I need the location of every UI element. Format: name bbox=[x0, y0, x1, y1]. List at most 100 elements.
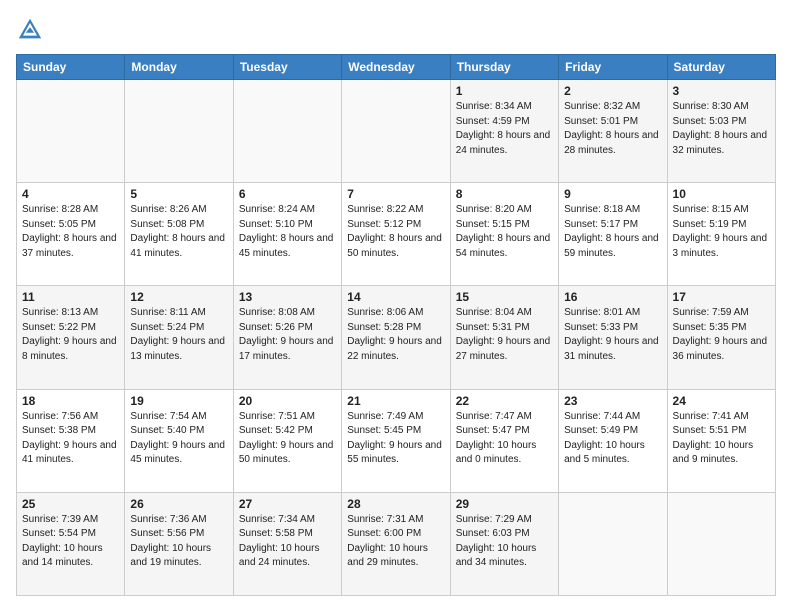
day-number: 8 bbox=[456, 187, 553, 201]
day-number: 6 bbox=[239, 187, 336, 201]
day-info: Sunrise: 8:06 AM Sunset: 5:28 PM Dayligh… bbox=[347, 306, 444, 364]
col-tuesday: Tuesday bbox=[233, 55, 341, 80]
table-row: 19 Sunrise: 7:54 AM Sunset: 5:40 PM Dayli… bbox=[125, 389, 233, 492]
logo bbox=[16, 16, 48, 44]
day-info: Sunrise: 8:04 AM Sunset: 5:31 PM Dayligh… bbox=[456, 306, 553, 364]
day-number: 28 bbox=[347, 497, 444, 511]
day-info: Sunrise: 8:30 AM Sunset: 5:03 PM Dayligh… bbox=[673, 100, 770, 158]
col-thursday: Thursday bbox=[450, 55, 558, 80]
table-row bbox=[342, 80, 450, 183]
day-info: Sunrise: 7:49 AM Sunset: 5:45 PM Dayligh… bbox=[347, 410, 444, 468]
day-info: Sunrise: 7:34 AM Sunset: 5:58 PM Dayligh… bbox=[239, 513, 336, 571]
day-info: Sunrise: 8:01 AM Sunset: 5:33 PM Dayligh… bbox=[564, 306, 661, 364]
day-info: Sunrise: 8:20 AM Sunset: 5:15 PM Dayligh… bbox=[456, 203, 553, 261]
calendar-week-row: 11Sunrise: 8:13 AM Sunset: 5:22 PM Dayli… bbox=[17, 286, 776, 389]
table-row: 3 Sunrise: 8:30 AM Sunset: 5:03 PM Daylig… bbox=[667, 80, 775, 183]
day-info: Sunrise: 8:26 AM Sunset: 5:08 PM Dayligh… bbox=[130, 203, 227, 261]
day-number: 14 bbox=[347, 290, 444, 304]
table-row: 2 Sunrise: 8:32 AM Sunset: 5:01 PM Daylig… bbox=[559, 80, 667, 183]
col-monday: Monday bbox=[125, 55, 233, 80]
day-number: 15 bbox=[456, 290, 553, 304]
table-row: 23Sunrise: 7:44 AM Sunset: 5:49 PM Dayli… bbox=[559, 389, 667, 492]
table-row: 1 Sunrise: 8:34 AM Sunset: 4:59 PM Daylig… bbox=[450, 80, 558, 183]
day-info: Sunrise: 8:08 AM Sunset: 5:26 PM Dayligh… bbox=[239, 306, 336, 364]
day-info: Sunrise: 8:13 AM Sunset: 5:22 PM Dayligh… bbox=[22, 306, 119, 364]
day-info: Sunrise: 8:22 AM Sunset: 5:12 PM Dayligh… bbox=[347, 203, 444, 261]
calendar-week-row: 1 Sunrise: 8:34 AM Sunset: 4:59 PM Daylig… bbox=[17, 80, 776, 183]
col-sunday: Sunday bbox=[17, 55, 125, 80]
table-row: 7 Sunrise: 8:22 AM Sunset: 5:12 PM Daylig… bbox=[342, 183, 450, 286]
col-friday: Friday bbox=[559, 55, 667, 80]
table-row: 18 Sunrise: 7:56 AM Sunset: 5:38 PM Dayli… bbox=[17, 389, 125, 492]
col-saturday: Saturday bbox=[667, 55, 775, 80]
calendar-week-row: 25 Sunrise: 7:39 AM Sunset: 5:54 PM Dayli… bbox=[17, 492, 776, 595]
day-number: 17 bbox=[673, 290, 770, 304]
table-row: 22Sunrise: 7:47 AM Sunset: 5:47 PM Dayli… bbox=[450, 389, 558, 492]
table-row: 20Sunrise: 7:51 AM Sunset: 5:42 PM Dayli… bbox=[233, 389, 341, 492]
table-row: 29Sunrise: 7:29 AM Sunset: 6:03 PM Dayli… bbox=[450, 492, 558, 595]
table-row: 17 Sunrise: 7:59 AM Sunset: 5:35 PM Dayli… bbox=[667, 286, 775, 389]
day-info: Sunrise: 7:56 AM Sunset: 5:38 PM Dayligh… bbox=[22, 410, 119, 468]
day-info: Sunrise: 7:51 AM Sunset: 5:42 PM Dayligh… bbox=[239, 410, 336, 468]
table-row bbox=[125, 80, 233, 183]
day-number: 2 bbox=[564, 84, 661, 98]
day-number: 12 bbox=[130, 290, 227, 304]
table-row: 12 Sunrise: 8:11 AM Sunset: 5:24 PM Dayli… bbox=[125, 286, 233, 389]
day-number: 25 bbox=[22, 497, 119, 511]
table-row: 15 Sunrise: 8:04 AM Sunset: 5:31 PM Dayli… bbox=[450, 286, 558, 389]
day-number: 3 bbox=[673, 84, 770, 98]
table-row: 25 Sunrise: 7:39 AM Sunset: 5:54 PM Dayli… bbox=[17, 492, 125, 595]
day-number: 7 bbox=[347, 187, 444, 201]
day-info: Sunrise: 7:29 AM Sunset: 6:03 PM Dayligh… bbox=[456, 513, 553, 571]
day-info: Sunrise: 7:59 AM Sunset: 5:35 PM Dayligh… bbox=[673, 306, 770, 364]
table-row bbox=[667, 492, 775, 595]
day-info: Sunrise: 8:15 AM Sunset: 5:19 PM Dayligh… bbox=[673, 203, 770, 261]
day-number: 1 bbox=[456, 84, 553, 98]
day-info: Sunrise: 7:36 AM Sunset: 5:56 PM Dayligh… bbox=[130, 513, 227, 571]
day-info: Sunrise: 7:54 AM Sunset: 5:40 PM Dayligh… bbox=[130, 410, 227, 468]
table-row: 6 Sunrise: 8:24 AM Sunset: 5:10 PM Daylig… bbox=[233, 183, 341, 286]
table-row: 28Sunrise: 7:31 AM Sunset: 6:00 PM Dayli… bbox=[342, 492, 450, 595]
day-number: 27 bbox=[239, 497, 336, 511]
day-info: Sunrise: 8:18 AM Sunset: 5:17 PM Dayligh… bbox=[564, 203, 661, 261]
table-row: 21 Sunrise: 7:49 AM Sunset: 5:45 PM Dayli… bbox=[342, 389, 450, 492]
table-row: 13 Sunrise: 8:08 AM Sunset: 5:26 PM Dayli… bbox=[233, 286, 341, 389]
table-row: 14 Sunrise: 8:06 AM Sunset: 5:28 PM Dayli… bbox=[342, 286, 450, 389]
table-row: 8 Sunrise: 8:20 AM Sunset: 5:15 PM Daylig… bbox=[450, 183, 558, 286]
day-number: 24 bbox=[673, 394, 770, 408]
table-row bbox=[559, 492, 667, 595]
table-row: 24 Sunrise: 7:41 AM Sunset: 5:51 PM Dayli… bbox=[667, 389, 775, 492]
day-number: 9 bbox=[564, 187, 661, 201]
day-info: Sunrise: 7:39 AM Sunset: 5:54 PM Dayligh… bbox=[22, 513, 119, 571]
table-row: 27 Sunrise: 7:34 AM Sunset: 5:58 PM Dayli… bbox=[233, 492, 341, 595]
day-info: Sunrise: 8:32 AM Sunset: 5:01 PM Dayligh… bbox=[564, 100, 661, 158]
calendar-week-row: 4 Sunrise: 8:28 AM Sunset: 5:05 PM Daylig… bbox=[17, 183, 776, 286]
day-number: 21 bbox=[347, 394, 444, 408]
table-row: 10 Sunrise: 8:15 AM Sunset: 5:19 PM Dayli… bbox=[667, 183, 775, 286]
day-number: 26 bbox=[130, 497, 227, 511]
day-info: Sunrise: 8:24 AM Sunset: 5:10 PM Dayligh… bbox=[239, 203, 336, 261]
day-number: 16 bbox=[564, 290, 661, 304]
col-wednesday: Wednesday bbox=[342, 55, 450, 80]
calendar-header-row: Sunday Monday Tuesday Wednesday Thursday… bbox=[17, 55, 776, 80]
day-number: 22 bbox=[456, 394, 553, 408]
table-row: 9 Sunrise: 8:18 AM Sunset: 5:17 PM Daylig… bbox=[559, 183, 667, 286]
header bbox=[16, 16, 776, 44]
day-info: Sunrise: 8:11 AM Sunset: 5:24 PM Dayligh… bbox=[130, 306, 227, 364]
day-number: 10 bbox=[673, 187, 770, 201]
table-row bbox=[17, 80, 125, 183]
page: Sunday Monday Tuesday Wednesday Thursday… bbox=[0, 0, 792, 612]
day-info: Sunrise: 8:34 AM Sunset: 4:59 PM Dayligh… bbox=[456, 100, 553, 158]
day-info: Sunrise: 8:28 AM Sunset: 5:05 PM Dayligh… bbox=[22, 203, 119, 261]
day-info: Sunrise: 7:41 AM Sunset: 5:51 PM Dayligh… bbox=[673, 410, 770, 468]
day-number: 4 bbox=[22, 187, 119, 201]
table-row: 5 Sunrise: 8:26 AM Sunset: 5:08 PM Daylig… bbox=[125, 183, 233, 286]
table-row: 4 Sunrise: 8:28 AM Sunset: 5:05 PM Daylig… bbox=[17, 183, 125, 286]
day-number: 13 bbox=[239, 290, 336, 304]
day-number: 19 bbox=[130, 394, 227, 408]
table-row: 26 Sunrise: 7:36 AM Sunset: 5:56 PM Dayli… bbox=[125, 492, 233, 595]
table-row bbox=[233, 80, 341, 183]
day-number: 18 bbox=[22, 394, 119, 408]
day-number: 5 bbox=[130, 187, 227, 201]
logo-icon bbox=[16, 16, 44, 44]
